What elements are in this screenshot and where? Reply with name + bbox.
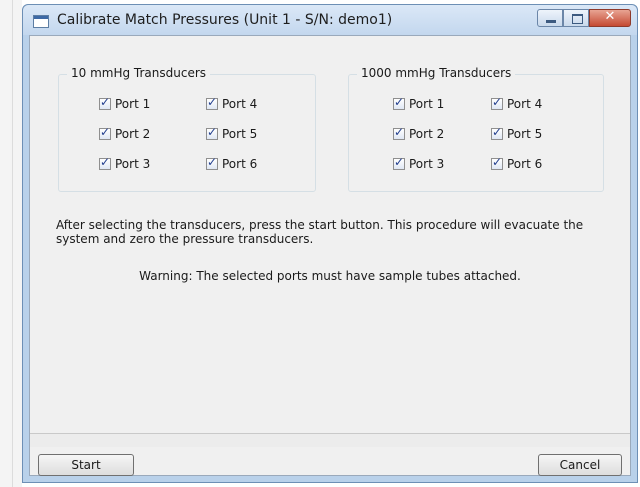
checkbox-checked-icon [206,95,218,110]
checkbox-checked-icon [393,125,405,140]
group-10mmhg-transducers: 10 mmHg Transducers Port 1 Port 2 Port 3… [58,66,316,192]
checkbox-label: Port 4 [507,97,543,111]
checkbox-label: Port 1 [115,97,151,111]
cancel-button[interactable]: Cancel [538,454,622,476]
checkbox-label: Port 3 [115,157,151,171]
checkbox-checked-icon [393,155,405,170]
checkbox-label: Port 3 [409,157,445,171]
checkbox-1000mmhg-port-3[interactable]: Port 3 [393,155,445,171]
window-icon [33,15,49,28]
checkbox-checked-icon [99,95,111,110]
maximize-icon [572,14,583,24]
window-controls: ✕ [537,9,631,29]
checkbox-label: Port 6 [507,157,543,171]
checkbox-1000mmhg-port-1[interactable]: Port 1 [393,95,445,111]
group-title: 10 mmHg Transducers [67,66,211,80]
checkbox-checked-icon [393,95,405,110]
start-button[interactable]: Start [38,454,134,476]
checkbox-label: Port 6 [222,157,258,171]
group-1000mmhg-transducers: 1000 mmHg Transducers Port 1 Port 2 Port… [348,66,604,192]
checkbox-10mmhg-port-4[interactable]: Port 4 [206,95,258,111]
checkbox-checked-icon [206,125,218,140]
checkbox-1000mmhg-port-6[interactable]: Port 6 [491,155,543,171]
checkbox-1000mmhg-port-4[interactable]: Port 4 [491,95,543,111]
checkbox-checked-icon [206,155,218,170]
title-bar[interactable]: Calibrate Match Pressures (Unit 1 - S/N:… [23,5,637,35]
minimize-icon [546,20,556,23]
checkbox-1000mmhg-port-5[interactable]: Port 5 [491,125,543,141]
checkbox-10mmhg-port-6[interactable]: Port 6 [206,155,258,171]
dialog-client-area: 10 mmHg Transducers Port 1 Port 2 Port 3… [29,35,631,476]
checkbox-label: Port 4 [222,97,258,111]
instructions-text: After selecting the transducers, press t… [56,218,584,246]
checkbox-10mmhg-port-1[interactable]: Port 1 [99,95,151,111]
checkbox-checked-icon [99,155,111,170]
window-title: Calibrate Match Pressures (Unit 1 - S/N:… [57,12,393,28]
checkbox-10mmhg-port-5[interactable]: Port 5 [206,125,258,141]
close-icon: ✕ [604,9,616,24]
checkbox-label: Port 1 [409,97,445,111]
checkbox-checked-icon [491,95,503,110]
checkbox-10mmhg-port-3[interactable]: Port 3 [99,155,151,171]
checkbox-checked-icon [491,155,503,170]
minimize-button[interactable] [537,9,563,27]
checkbox-label: Port 5 [222,127,258,141]
checkbox-1000mmhg-port-2[interactable]: Port 2 [393,125,445,141]
close-button[interactable]: ✕ [589,9,631,27]
maximize-button[interactable] [563,9,589,27]
status-bar [30,433,630,447]
background-edge [0,0,22,487]
checkbox-checked-icon [99,125,111,140]
group-title: 1000 mmHg Transducers [357,66,516,80]
checkbox-label: Port 5 [507,127,543,141]
warning-text: Warning: The selected ports must have sa… [139,269,521,283]
checkbox-label: Port 2 [115,127,151,141]
checkbox-10mmhg-port-2[interactable]: Port 2 [99,125,151,141]
dialog-window: Calibrate Match Pressures (Unit 1 - S/N:… [22,4,638,483]
checkbox-label: Port 2 [409,127,445,141]
checkbox-checked-icon [491,125,503,140]
